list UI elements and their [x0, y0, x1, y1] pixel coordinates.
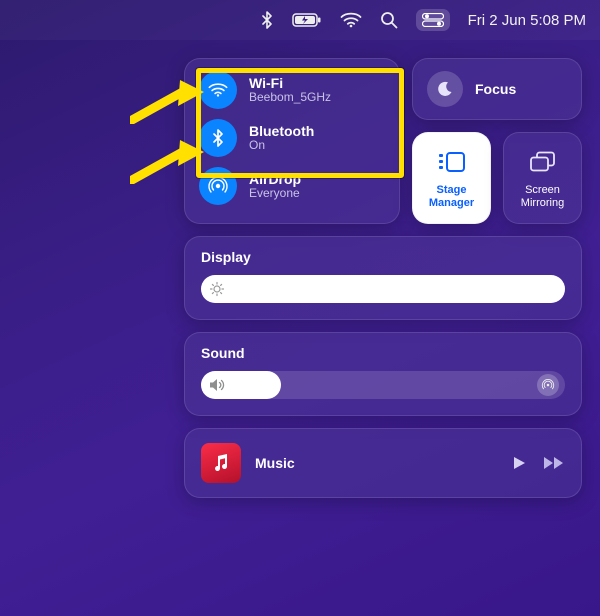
- airdrop-subtitle: Everyone: [249, 187, 301, 201]
- menubar-datetime[interactable]: Fri 2 Jun 5:08 PM: [468, 12, 586, 29]
- battery-charging-icon[interactable]: [292, 12, 322, 28]
- control-center-icon[interactable]: [416, 9, 450, 31]
- bluetooth-subtitle: On: [249, 139, 314, 153]
- volume-icon: [209, 378, 227, 392]
- music-label: Music: [255, 455, 497, 471]
- stage-manager-button[interactable]: Stage Manager: [412, 132, 491, 224]
- display-tile: Display: [184, 236, 582, 320]
- screen-mirroring-icon: [527, 146, 559, 178]
- next-track-button[interactable]: [543, 456, 565, 470]
- connectivity-tile: Wi-Fi Beebom_5GHz Bluetooth On: [184, 58, 400, 224]
- airdrop-icon: [199, 167, 237, 205]
- screen-mirroring-button[interactable]: Screen Mirroring: [503, 132, 582, 224]
- display-slider[interactable]: [201, 275, 565, 303]
- sound-label: Sound: [201, 345, 565, 361]
- bluetooth-toggle[interactable]: Bluetooth On: [199, 119, 385, 157]
- play-button[interactable]: [511, 455, 527, 471]
- airplay-audio-icon[interactable]: [537, 374, 559, 396]
- sound-tile: Sound: [184, 332, 582, 416]
- bluetooth-menubar-icon[interactable]: [260, 11, 274, 29]
- menu-bar: Fri 2 Jun 5:08 PM: [0, 0, 600, 40]
- now-playing-tile[interactable]: Music: [184, 428, 582, 498]
- display-label: Display: [201, 249, 565, 265]
- music-app-icon: [201, 443, 241, 483]
- airdrop-title: AirDrop: [249, 171, 301, 187]
- bluetooth-title: Bluetooth: [249, 123, 314, 139]
- control-center-panel: Wi-Fi Beebom_5GHz Bluetooth On: [184, 58, 582, 498]
- wifi-title: Wi-Fi: [249, 75, 331, 91]
- wifi-toggle[interactable]: Wi-Fi Beebom_5GHz: [199, 71, 385, 109]
- brightness-icon: [209, 281, 225, 297]
- bluetooth-icon: [199, 119, 237, 157]
- wifi-menubar-icon[interactable]: [340, 12, 362, 28]
- screen-mirroring-label: Screen Mirroring: [521, 184, 564, 209]
- focus-label: Focus: [475, 81, 516, 97]
- stage-manager-icon: [436, 146, 468, 178]
- wifi-subtitle: Beebom_5GHz: [249, 91, 331, 105]
- moon-icon: [427, 71, 463, 107]
- spotlight-search-icon[interactable]: [380, 11, 398, 29]
- airdrop-toggle[interactable]: AirDrop Everyone: [199, 167, 385, 205]
- wifi-icon: [199, 71, 237, 109]
- sound-slider[interactable]: [201, 371, 565, 399]
- focus-button[interactable]: Focus: [412, 58, 582, 120]
- stage-manager-label: Stage Manager: [429, 184, 474, 209]
